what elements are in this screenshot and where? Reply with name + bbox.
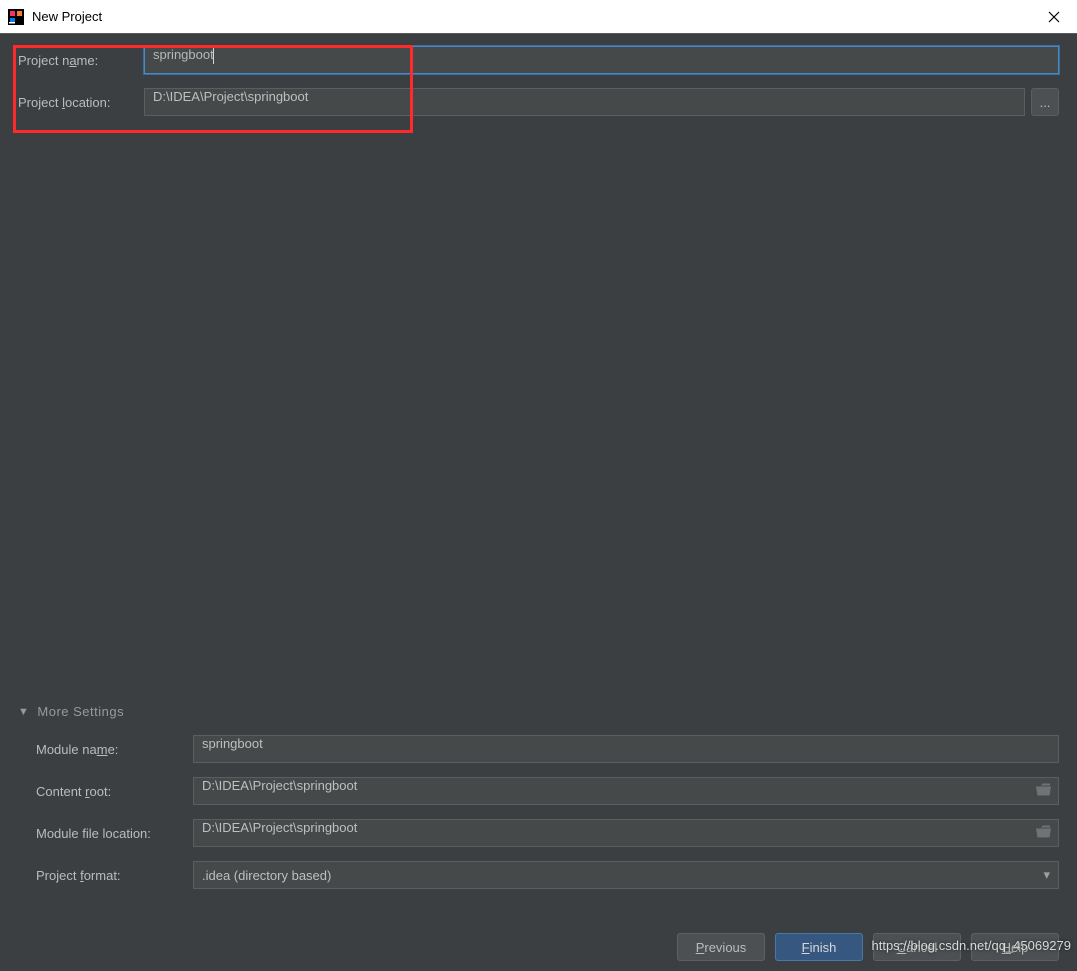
module-file-location-row: Module file location: D:\IDEA\Project\sp… bbox=[18, 819, 1059, 847]
text-cursor bbox=[213, 48, 214, 64]
previous-button[interactable]: Previous bbox=[677, 933, 765, 961]
more-settings-toggle[interactable]: ▼ More Settings bbox=[18, 704, 1059, 719]
module-name-row: Module name: springboot bbox=[18, 735, 1059, 763]
close-icon[interactable] bbox=[1031, 0, 1077, 34]
project-format-row: Project format: .idea (directory based) … bbox=[18, 861, 1059, 889]
module-file-location-label: Module file location: bbox=[18, 826, 193, 841]
chevron-down-icon: ▾ bbox=[1043, 867, 1050, 883]
main-panel: Project name: springboot Project locatio… bbox=[0, 34, 1077, 130]
app-icon bbox=[8, 9, 24, 25]
title-bar: New Project bbox=[0, 0, 1077, 34]
more-settings-label: More Settings bbox=[37, 704, 124, 719]
content-root-row: Content root: D:\IDEA\Project\springboot bbox=[18, 777, 1059, 805]
project-name-row: Project name: springboot bbox=[18, 46, 1059, 74]
watermark-text: https://blog.csdn.net/qq_45069279 bbox=[872, 938, 1072, 953]
content-root-value: D:\IDEA\Project\springboot bbox=[202, 778, 357, 793]
module-file-location-value: D:\IDEA\Project\springboot bbox=[202, 820, 357, 835]
module-name-label: Module name: bbox=[18, 742, 193, 757]
project-format-select[interactable]: .idea (directory based) ▾ bbox=[193, 861, 1059, 889]
finish-button[interactable]: Finish bbox=[775, 933, 863, 961]
project-location-value: D:\IDEA\Project\springboot bbox=[153, 89, 308, 104]
project-location-row: Project location: D:\IDEA\Project\spring… bbox=[18, 88, 1059, 116]
module-name-value: springboot bbox=[202, 736, 263, 751]
project-name-value: springboot bbox=[153, 47, 214, 62]
project-name-label: Project name: bbox=[18, 53, 144, 68]
content-root-label: Content root: bbox=[18, 784, 193, 799]
project-name-input[interactable]: springboot bbox=[144, 46, 1059, 74]
module-name-input[interactable]: springboot bbox=[193, 735, 1059, 763]
chevron-down-icon: ▼ bbox=[18, 706, 29, 718]
more-settings-section: ▼ More Settings Module name: springboot … bbox=[18, 704, 1059, 903]
project-format-label: Project format: bbox=[18, 868, 193, 883]
module-file-location-input[interactable]: D:\IDEA\Project\springboot bbox=[193, 819, 1059, 847]
more-settings-body: Module name: springboot Content root: D:… bbox=[18, 735, 1059, 889]
content-root-input[interactable]: D:\IDEA\Project\springboot bbox=[193, 777, 1059, 805]
project-location-label: Project location: bbox=[18, 95, 144, 110]
project-location-input[interactable]: D:\IDEA\Project\springboot bbox=[144, 88, 1025, 116]
browse-button[interactable]: ... bbox=[1031, 88, 1059, 116]
window-title: New Project bbox=[32, 9, 1031, 24]
project-format-value: .idea (directory based) bbox=[202, 868, 331, 883]
